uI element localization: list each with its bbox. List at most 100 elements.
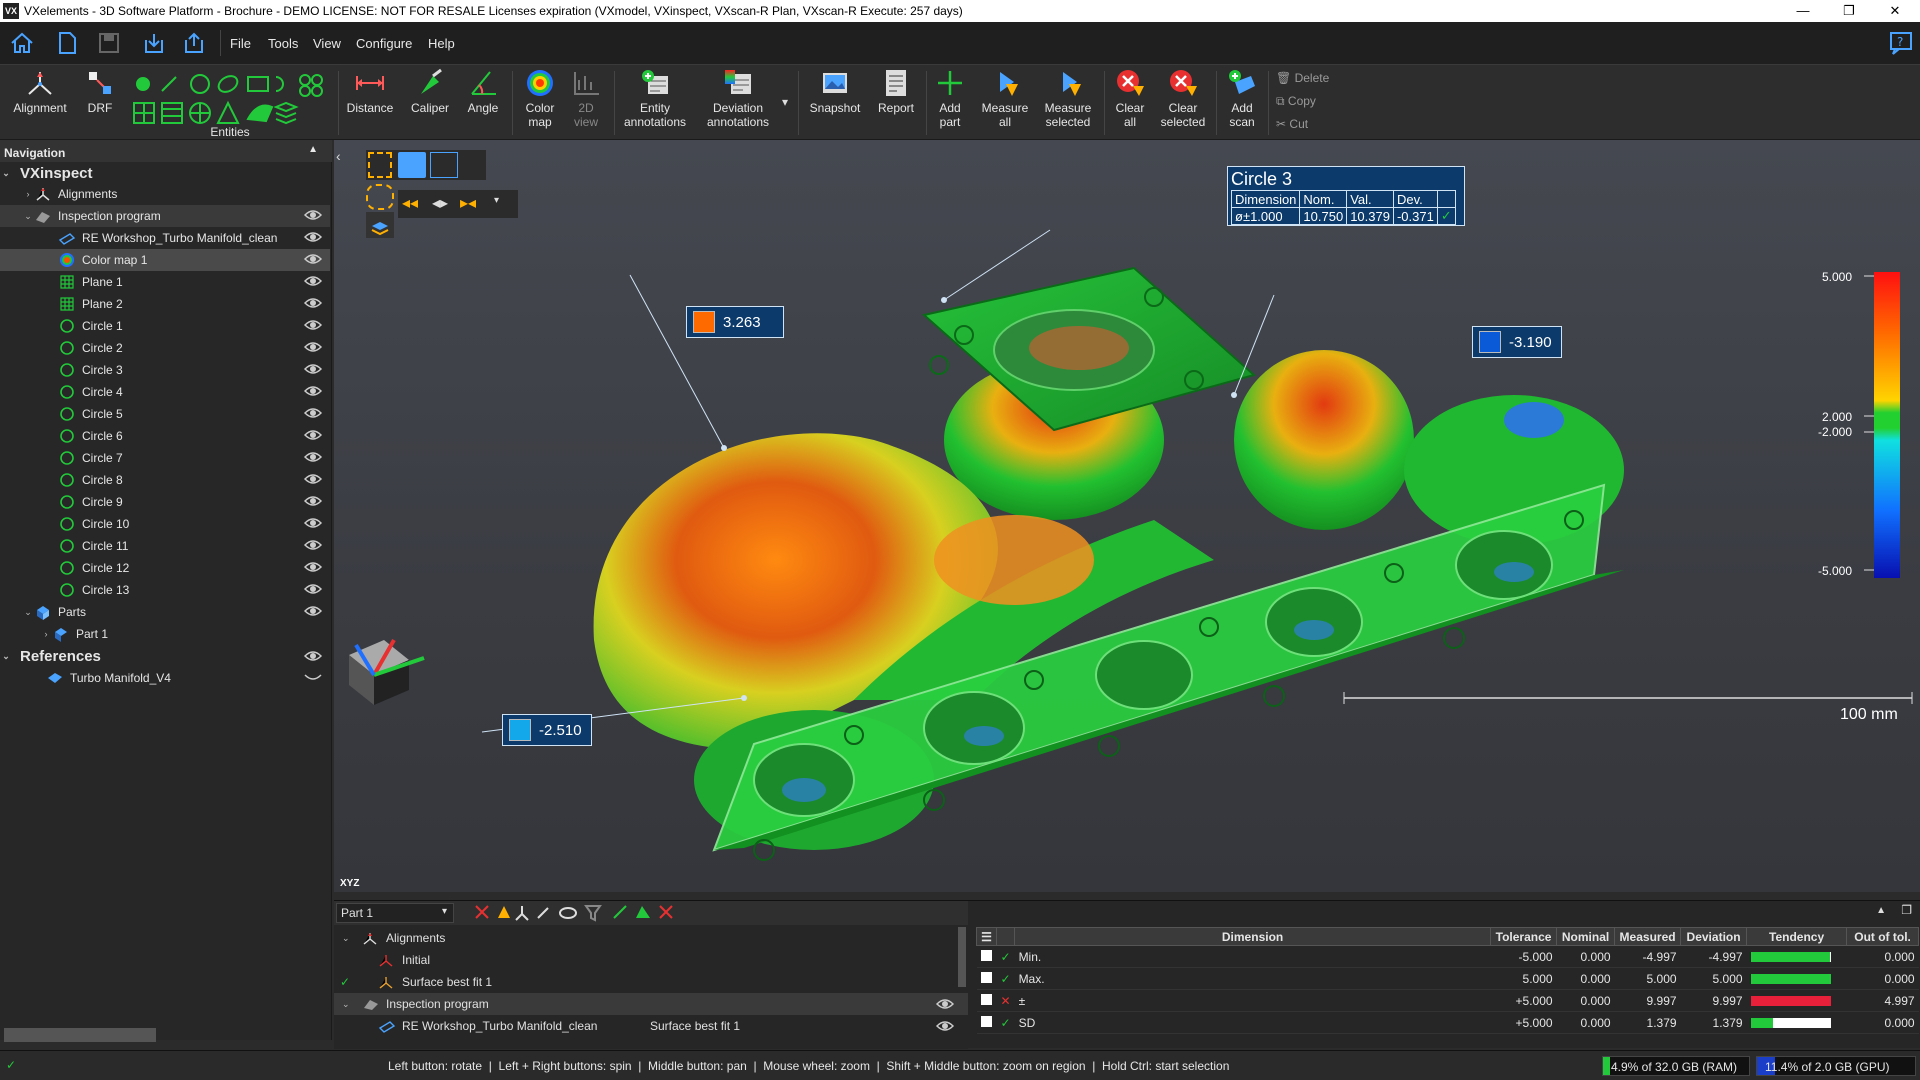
tree-circle[interactable]: Circle 5 <box>0 403 330 425</box>
collapse-icon[interactable]: ▲ <box>1876 905 1886 916</box>
result-row[interactable]: ✓ Min. -5.000 0.000 -4.997 -4.997 0.000 <box>976 945 1919 968</box>
through-select-icon[interactable] <box>430 152 458 178</box>
tree-circle[interactable]: Circle 4 <box>0 381 330 403</box>
visibility-eye-icon[interactable] <box>303 297 323 311</box>
visibility-eye-icon[interactable] <box>303 319 323 333</box>
add-scan-button[interactable]: Add scan <box>1222 67 1262 129</box>
export-icon[interactable] <box>181 30 207 56</box>
invert-selection-icon[interactable]: ▸◂ <box>460 193 476 213</box>
tree-circle[interactable]: Circle 6 <box>0 425 330 447</box>
visibility-eye-icon[interactable] <box>303 517 323 531</box>
visibility-eye-icon[interactable] <box>303 429 323 443</box>
visibility-eye-icon[interactable] <box>303 583 323 597</box>
tree-circle[interactable]: Circle 1 <box>0 315 330 337</box>
tree-circle[interactable]: Circle 12 <box>0 557 330 579</box>
expand-arrow-icon[interactable]: ⌄ <box>22 211 34 222</box>
part-tree-inspection-program[interactable]: ⌄ Inspection program <box>334 993 968 1015</box>
menu-file[interactable]: File <box>230 36 251 51</box>
save-icon[interactable] <box>96 30 122 56</box>
tree-references[interactable]: ⌄ References <box>0 645 330 667</box>
import-icon[interactable] <box>141 30 167 56</box>
chevron-down-icon[interactable]: ▾ <box>494 195 499 206</box>
measure-selected-button[interactable]: Measure selected <box>1040 67 1096 129</box>
menu-view[interactable]: View <box>313 36 341 51</box>
collapse-icon[interactable]: ▲ <box>308 144 318 155</box>
column-header[interactable]: Nominal <box>1556 927 1616 946</box>
add-selection-icon[interactable]: ◂◂ <box>402 193 418 213</box>
tree-part-1[interactable]: › Part 1 <box>0 623 330 645</box>
2d-view-button[interactable]: 2D view <box>566 67 606 129</box>
tree-circle[interactable]: Circle 8 <box>0 469 330 491</box>
caliper-button[interactable]: Caliper <box>404 67 456 115</box>
cut-button[interactable]: ✂ Cut <box>1276 117 1308 131</box>
deviation-callout[interactable]: -2.510 <box>502 714 592 746</box>
column-header[interactable]: Measured <box>1614 927 1682 946</box>
clear-all-button[interactable]: Clear all <box>1110 67 1150 129</box>
visibility-eye-icon[interactable] <box>303 561 323 575</box>
column-header[interactable]: Dimension <box>1014 927 1492 946</box>
angle-button[interactable]: Angle <box>462 67 504 115</box>
snapshot-button[interactable]: Snapshot <box>804 67 866 115</box>
new-file-icon[interactable] <box>54 30 80 56</box>
column-header[interactable]: Deviation <box>1680 927 1748 946</box>
visibility-eye-icon[interactable] <box>303 649 323 663</box>
manifold-model[interactable] <box>334 140 1920 892</box>
visibility-eye-icon[interactable] <box>303 539 323 553</box>
part-tree-surface-best-fit[interactable]: ✓ Surface best fit 1 <box>334 971 968 993</box>
result-row[interactable]: ✓ Max. 5.000 0.000 5.000 5.000 0.000 <box>976 967 1919 990</box>
circle3-annotation[interactable]: Circle 3 Dimension Nom. Val. Dev. ø±1.000 10… <box>1227 166 1465 226</box>
delete-button[interactable]: 🗑 Delete <box>1276 71 1329 85</box>
home-icon[interactable] <box>9 30 35 56</box>
deviation-callout[interactable]: 3.263 <box>686 306 784 338</box>
part-dropdown[interactable]: Part 1 ▾ <box>336 903 454 923</box>
scrollbar[interactable] <box>958 927 966 987</box>
undock-icon[interactable]: ❐ <box>1901 903 1912 917</box>
close-button[interactable]: ✕ <box>1872 0 1918 22</box>
layer-select-icon[interactable] <box>366 212 394 238</box>
row-checkbox[interactable] <box>981 949 992 961</box>
measure-all-button[interactable]: Measure all <box>978 67 1032 129</box>
report-button[interactable]: Report <box>872 67 920 115</box>
part-tools[interactable] <box>472 902 732 924</box>
row-checkbox[interactable] <box>981 993 992 1005</box>
menu-configure[interactable]: Configure <box>356 36 412 51</box>
copy-button[interactable]: ⧉ Copy <box>1276 94 1316 109</box>
tree-circle[interactable]: Circle 11 <box>0 535 330 557</box>
collapse-panel-icon[interactable]: ‹ <box>336 148 341 164</box>
tree-turbo-manifold[interactable]: Turbo Manifold_V4 <box>0 667 330 689</box>
tree-circle[interactable]: Circle 7 <box>0 447 330 469</box>
expand-arrow-icon[interactable]: ⌄ <box>0 168 12 179</box>
alignment-button[interactable]: Alignment <box>10 67 70 115</box>
part-tree-re-workshop[interactable]: RE Workshop_Turbo Manifold_clean Surface … <box>334 1015 968 1037</box>
visibility-eye-icon[interactable] <box>303 407 323 421</box>
visibility-eye-icon[interactable] <box>935 1020 955 1035</box>
expand-arrow-icon[interactable]: › <box>22 189 34 199</box>
menu-tools[interactable]: Tools <box>268 36 298 51</box>
expand-arrow-icon[interactable]: ⌄ <box>22 607 34 618</box>
visibility-eye-icon[interactable] <box>303 363 323 377</box>
clear-selected-button[interactable]: Clear selected <box>1158 67 1208 129</box>
tree-circle[interactable]: Circle 9 <box>0 491 330 513</box>
tree-color-map[interactable]: Color map 1 <box>0 249 330 271</box>
surface-select-icon[interactable] <box>398 152 426 178</box>
tree-vxinspect[interactable]: ⌄ VXinspect <box>0 162 330 184</box>
panel-splitter-handle[interactable] <box>4 1028 156 1042</box>
expand-arrow-icon[interactable]: ⌄ <box>342 999 354 1010</box>
tree-circle[interactable]: Circle 3 <box>0 359 330 381</box>
minimize-button[interactable]: — <box>1780 0 1826 22</box>
expand-arrow-icon[interactable]: ⌄ <box>342 933 354 944</box>
tree-circle[interactable]: Circle 10 <box>0 513 330 535</box>
deviation-callout[interactable]: -3.190 <box>1472 326 1562 358</box>
tree-re-workshop[interactable]: RE Workshop_Turbo Manifold_clean <box>0 227 330 249</box>
result-row[interactable]: ✓ SD +5.000 0.000 1.379 1.379 0.000 <box>976 1011 1919 1034</box>
visibility-eye-icon[interactable] <box>303 495 323 509</box>
column-header[interactable]: Tendency <box>1746 927 1848 946</box>
result-row[interactable]: ✕ ± +5.000 0.000 9.997 9.997 4.997 <box>976 989 1919 1012</box>
row-checkbox[interactable] <box>981 1015 992 1027</box>
part-tree-initial[interactable]: Initial <box>334 949 968 971</box>
visibility-eye-icon[interactable] <box>303 341 323 355</box>
tree-circle[interactable]: Circle 13 <box>0 579 330 601</box>
help-icon[interactable]: ? <box>1888 30 1914 56</box>
restore-button[interactable]: ❐ <box>1826 0 1872 22</box>
row-checkbox[interactable] <box>981 971 992 983</box>
